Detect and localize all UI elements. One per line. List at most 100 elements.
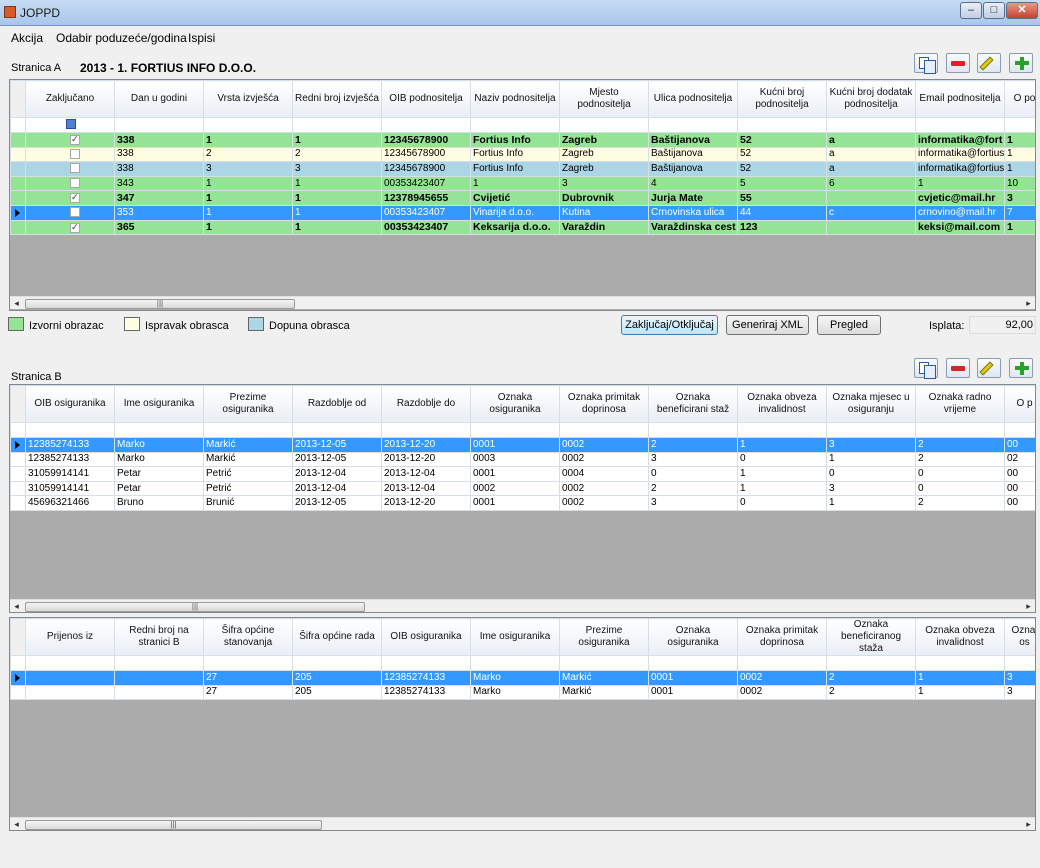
table-row[interactable]: 3651100353423407Keksarija d.o.o.Varaždin… — [10, 219, 1035, 236]
column-header[interactable]: Oznal os — [1004, 618, 1035, 656]
column-header[interactable]: Mjesto podnositelja — [559, 80, 649, 118]
filter-cell[interactable] — [559, 422, 649, 438]
column-header[interactable]: Ulica podnositelja — [648, 80, 738, 118]
row-header[interactable] — [10, 146, 26, 163]
column-header[interactable]: Oznaka primitak doprinosa — [737, 618, 827, 656]
menu-odabir[interactable]: Odabir poduzeće/godina — [56, 31, 187, 45]
filter-cell[interactable] — [25, 422, 115, 438]
table-row[interactable]: 12385274133 Marko Markić 2013-12-05 2013-12-… — [10, 451, 1035, 468]
table-row[interactable]: 3471112378945655CvijetićDubrovnikJurja M… — [10, 190, 1035, 206]
row-header[interactable] — [10, 670, 26, 686]
scroll-left-icon[interactable]: ◂ — [10, 818, 23, 830]
filter-cell[interactable] — [915, 655, 1005, 671]
column-header[interactable]: Šifra općine stanovanja — [203, 618, 293, 656]
filter-cell[interactable] — [114, 655, 204, 671]
filter-cell[interactable] — [470, 655, 560, 671]
horizontal-scrollbar-c[interactable]: ◂ ||| ▸ — [10, 817, 1035, 830]
column-header[interactable]: OIB osiguranika — [381, 618, 471, 656]
maximize-button[interactable]: □ — [983, 2, 1005, 19]
filter-cell[interactable] — [381, 422, 471, 438]
locked-checkbox[interactable] — [70, 133, 80, 146]
scroll-left-icon[interactable]: ◂ — [10, 297, 23, 310]
scroll-thumb-b[interactable]: ||| — [25, 602, 365, 612]
column-header[interactable]: O po — [1004, 80, 1035, 118]
scroll-thumb-a[interactable]: ||| — [25, 299, 295, 309]
filter-cell[interactable] — [737, 422, 827, 438]
row-header[interactable] — [10, 175, 26, 192]
locked-cell[interactable] — [25, 161, 115, 177]
column-header[interactable]: Oznaka obveza invalidnost — [737, 385, 827, 423]
filter-cell[interactable] — [915, 117, 1005, 133]
delete-button-a[interactable] — [946, 53, 970, 73]
preview-button[interactable]: Pregled — [817, 315, 881, 335]
column-header[interactable]: Oznaka primitak doprinosa — [559, 385, 649, 423]
filter-cell[interactable] — [826, 422, 916, 438]
table-row[interactable]: 353 1 1 00353423407 Vinarija d.o.o. Kutina Crn… — [10, 204, 1035, 221]
scroll-left-icon[interactable]: ◂ — [10, 600, 23, 612]
filter-cell[interactable] — [203, 655, 293, 671]
column-header[interactable]: Dan u godini — [114, 80, 204, 118]
column-header[interactable]: Razdoblje od — [292, 385, 382, 423]
row-header[interactable] — [10, 219, 26, 236]
column-header[interactable]: Oznaka beneficiranog staža — [826, 618, 916, 656]
column-header[interactable]: Ime osiguranika — [470, 618, 560, 656]
locked-checkbox[interactable] — [70, 192, 80, 204]
column-header[interactable]: Redni broj izvješća — [292, 80, 382, 118]
locked-cell[interactable] — [25, 219, 115, 236]
filter-cell[interactable] — [470, 117, 560, 133]
column-header[interactable]: Oznaka beneficirani staž — [648, 385, 738, 423]
column-header[interactable]: Prijenos iz — [25, 618, 115, 656]
filter-cell[interactable] — [648, 655, 738, 671]
delete-button-b[interactable] — [946, 358, 970, 378]
column-header[interactable]: OIB osiguranika — [25, 385, 115, 423]
scroll-right-icon[interactable]: ▸ — [1022, 818, 1035, 830]
column-header[interactable]: OIB podnositelja — [381, 80, 471, 118]
row-header[interactable] — [10, 204, 26, 221]
horizontal-scrollbar-a[interactable]: ◂ ||| ▸ — [10, 296, 1035, 309]
generate-xml-button[interactable]: Generiraj XML — [726, 315, 809, 335]
column-header[interactable]: Redni broj na stranici B — [114, 618, 204, 656]
filter-cell[interactable] — [25, 655, 115, 671]
row-header[interactable] — [10, 132, 26, 148]
column-header[interactable]: Oznaka obveza invalidnost — [915, 618, 1005, 656]
table-row[interactable]: 3381112345678900Fortius InfoZagrebBaštij… — [10, 132, 1035, 148]
column-header[interactable]: Ime osiguranika — [114, 385, 204, 423]
filter-cell[interactable] — [470, 422, 560, 438]
table-row[interactable]: 338 3 3 12345678900 Fortius Info Zagreb Baštij… — [10, 161, 1035, 177]
locked-cell[interactable] — [25, 175, 115, 192]
filter-cell[interactable] — [381, 655, 471, 671]
filter-cell[interactable] — [25, 117, 115, 133]
column-header[interactable]: Oznaka osiguranika — [648, 618, 738, 656]
filter-cell[interactable] — [381, 117, 471, 133]
column-header[interactable]: Kućni broj dodatak podnositelja — [826, 80, 916, 118]
filter-cell[interactable] — [826, 117, 916, 133]
row-header[interactable] — [10, 466, 26, 482]
add-button-a[interactable] — [1009, 53, 1033, 73]
column-header[interactable]: O p — [1004, 385, 1035, 423]
scroll-right-icon[interactable]: ▸ — [1022, 600, 1035, 612]
filter-cell[interactable] — [737, 655, 827, 671]
table-row[interactable]: 338 2 2 12345678900 Fortius Info Zagreb Baštij… — [10, 146, 1035, 163]
filter-cell[interactable] — [559, 117, 649, 133]
locked-checkbox[interactable] — [70, 163, 80, 174]
filter-cell[interactable] — [737, 117, 827, 133]
filter-cell[interactable] — [203, 117, 293, 133]
scroll-right-icon[interactable]: ▸ — [1022, 297, 1035, 310]
grid-page-b[interactable]: OIB osiguranika Ime osiguranika Prezime os… — [9, 384, 1036, 613]
filter-cell[interactable] — [114, 117, 204, 133]
column-header[interactable]: Šifra općine rada — [292, 618, 382, 656]
add-button-b[interactable] — [1009, 358, 1033, 378]
filter-cell[interactable] — [648, 117, 738, 133]
column-header[interactable]: Razdoblje do — [381, 385, 471, 423]
column-header[interactable]: Kućni broj podnositelja — [737, 80, 827, 118]
filter-cell[interactable] — [114, 422, 204, 438]
locked-cell[interactable] — [25, 204, 115, 221]
row-header[interactable] — [10, 161, 26, 177]
filter-cell[interactable] — [1004, 117, 1035, 133]
table-row[interactable]: 12385274133 Marko Markić 2013-12-05 2013-12-… — [10, 437, 1035, 453]
minimize-button[interactable]: – — [960, 2, 982, 19]
locked-checkbox[interactable] — [70, 221, 80, 233]
row-header[interactable] — [10, 495, 26, 511]
copy-button-a[interactable] — [914, 53, 938, 74]
filter-cell[interactable] — [915, 422, 1005, 438]
